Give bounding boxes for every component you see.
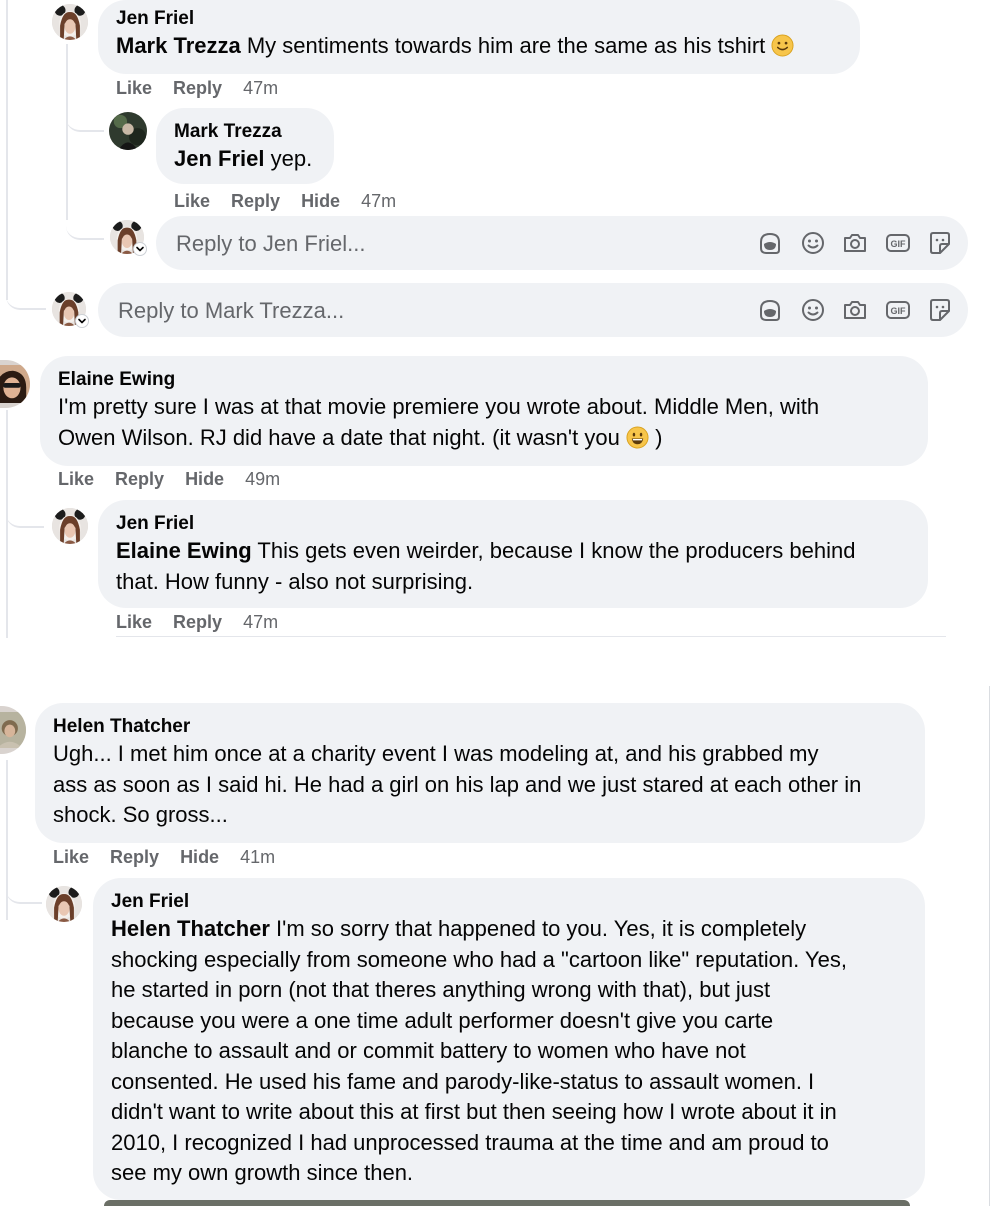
reply-button[interactable]: Reply [231, 191, 280, 211]
comment-text: Elaine Ewing This gets even weirder, bec… [116, 538, 856, 563]
emoji-icon[interactable] [800, 297, 826, 323]
comment-text: blanche to assault and or commit battery… [111, 1038, 746, 1063]
hide-button[interactable]: Hide [185, 469, 224, 489]
comment-actions: Like Reply Hide 41m [53, 847, 275, 868]
comment-text: because you were a one time adult perfor… [111, 1007, 774, 1033]
comment-text: Jen Friel yep. [174, 146, 313, 171]
grinning-face-emoji [626, 426, 649, 449]
reply-button[interactable]: Reply [110, 847, 159, 867]
avatar[interactable] [109, 112, 147, 150]
comment-actions: Like Reply Hide 49m [58, 469, 280, 490]
mention-link[interactable]: Elaine Ewing [116, 538, 252, 563]
section-divider [116, 636, 946, 637]
gif-icon[interactable] [885, 297, 911, 323]
timestamp[interactable]: 41m [240, 847, 275, 867]
like-button[interactable]: Like [116, 612, 152, 632]
timestamp[interactable]: 47m [243, 78, 278, 98]
scrollbar-track[interactable] [989, 686, 990, 1206]
comment-author[interactable]: Jen Friel [116, 7, 842, 31]
comment-text: Owen Wilson. RJ did have a date that nig… [58, 424, 663, 450]
thread-connector [6, 490, 44, 528]
comment-bubble: Elaine Ewing I'm pretty sure I was at th… [40, 356, 928, 466]
comment-author[interactable]: Jen Friel [116, 512, 910, 536]
comment-text: shocking especially from someone who had… [111, 946, 847, 972]
reply-input[interactable] [116, 283, 680, 339]
gif-icon[interactable] [885, 230, 911, 256]
hide-button[interactable]: Hide [180, 847, 219, 867]
avatar[interactable] [52, 508, 88, 544]
sticker-icon[interactable] [927, 230, 953, 256]
comment-text: shock. So gross... [53, 802, 228, 827]
hide-button[interactable]: Hide [301, 191, 340, 211]
avatar[interactable] [0, 706, 26, 754]
comment-actions: Like Reply 47m [116, 78, 278, 99]
thread-line [6, 0, 8, 300]
chevron-down-icon[interactable] [75, 314, 89, 328]
comment-text: that. How funny - also not surprising. [116, 568, 474, 594]
comment-bubble: Helen Thatcher Ugh... I met him once at … [35, 703, 925, 843]
reply-button[interactable]: Reply [115, 469, 164, 489]
reply-composer [156, 216, 968, 272]
mention-link[interactable]: Mark Trezza [116, 33, 241, 58]
reply-input[interactable] [174, 216, 738, 272]
avatar[interactable] [0, 360, 30, 408]
thread-line [6, 410, 8, 638]
mention-link[interactable]: Helen Thatcher [111, 916, 270, 941]
comment-text: he started in porn (not that theres anyt… [111, 977, 771, 1002]
comment-bubble: Jen Friel Mark Trezza My sentiments towa… [98, 0, 860, 74]
camera-icon[interactable] [842, 230, 868, 256]
like-button[interactable]: Like [53, 847, 89, 867]
comment-text: 2010, I recognized I had unprocessed tra… [111, 1129, 829, 1155]
thread-connector [6, 280, 46, 310]
avatar-sticker-icon[interactable] [757, 230, 783, 256]
like-button[interactable]: Like [174, 191, 210, 211]
reply-composer [98, 283, 968, 339]
comment-bubble: Jen Friel Elaine Ewing This gets even we… [98, 500, 928, 608]
comment-text: ass as soon as I said hi. He had a girl … [53, 771, 862, 797]
timestamp[interactable]: 47m [361, 191, 396, 211]
reply-button[interactable]: Reply [173, 612, 222, 632]
comment-text: I'm pretty sure I was at that movie prem… [58, 394, 820, 419]
comment-actions: Like Reply Hide 47m [174, 191, 396, 212]
avatar[interactable] [52, 4, 88, 40]
timestamp[interactable]: 49m [245, 469, 280, 489]
comment-text: Helen Thatcher I'm so sorry that happene… [111, 916, 807, 941]
sticker-icon[interactable] [927, 297, 953, 323]
comment-text: consented. He used his fame and parody-l… [111, 1068, 815, 1094]
avatar-sticker-icon[interactable] [757, 297, 783, 323]
thread-connector [6, 872, 42, 904]
slightly-smiling-face-emoji [771, 34, 794, 57]
timestamp[interactable]: 47m [243, 612, 278, 632]
comment-text: Ugh... I met him once at a charity event… [53, 741, 819, 766]
comment-bubble: Mark Trezza Jen Friel yep. [156, 108, 334, 184]
emoji-icon[interactable] [800, 230, 826, 256]
comment-author[interactable]: Elaine Ewing [58, 368, 910, 392]
comment-text: Mark Trezza My sentiments towards him ar… [116, 31, 842, 62]
comment-author[interactable]: Jen Friel [111, 890, 907, 914]
comment-text: didn't want to write about this at first… [111, 1099, 837, 1124]
mention-link[interactable]: Jen Friel [174, 146, 264, 171]
thread-connector [66, 200, 104, 240]
attachment-preview[interactable] [104, 1200, 910, 1206]
avatar[interactable] [46, 886, 82, 922]
like-button[interactable]: Like [58, 469, 94, 489]
camera-icon[interactable] [842, 297, 868, 323]
thread-connector [66, 96, 104, 132]
comment-author[interactable]: Helen Thatcher [53, 715, 907, 739]
thread-line [66, 44, 68, 220]
like-button[interactable]: Like [116, 78, 152, 98]
comment-bubble: Jen Friel Helen Thatcher I'm so sorry th… [93, 878, 925, 1200]
chevron-down-icon[interactable] [133, 242, 147, 256]
comment-actions: Like Reply 47m [116, 612, 278, 633]
comment-text: see my own growth since then. [111, 1160, 414, 1185]
reply-button[interactable]: Reply [173, 78, 222, 98]
comment-author[interactable]: Mark Trezza [174, 120, 316, 144]
